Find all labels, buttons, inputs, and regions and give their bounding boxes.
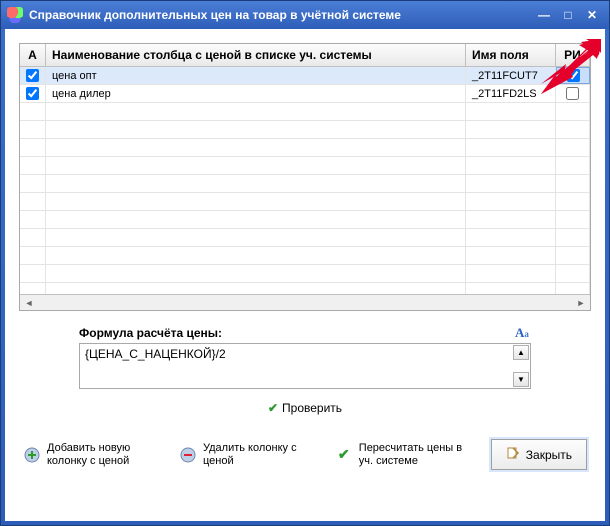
delete-icon [179, 446, 197, 464]
active-checkbox[interactable] [26, 69, 39, 82]
add-icon [23, 446, 41, 464]
formula-spin-down[interactable]: ▼ [513, 372, 529, 387]
col-header-name[interactable]: Наименование столбца с ценой в списке уч… [46, 44, 466, 66]
cell-ri[interactable] [556, 67, 590, 84]
cell-name[interactable]: цена опт [46, 67, 466, 84]
empty-row [20, 193, 590, 211]
close-button[interactable]: Закрыть [491, 439, 587, 470]
recalc-button[interactable]: ✔ Пересчитать цены в уч. системе [335, 442, 475, 468]
empty-row [20, 283, 590, 294]
empty-row [20, 175, 590, 193]
cell-active[interactable] [20, 85, 46, 102]
maximize-button[interactable]: □ [557, 6, 579, 24]
recalc-icon: ✔ [335, 446, 353, 464]
cell-ri[interactable] [556, 85, 590, 102]
col-header-field[interactable]: Имя поля [466, 44, 556, 66]
cell-name[interactable]: цена дилер [46, 85, 466, 102]
col-header-active[interactable]: А [20, 44, 46, 66]
grid-header: А Наименование столбца с ценой в списке … [20, 44, 590, 67]
formula-input[interactable]: {ЦЕНА_С_НАЦЕНКОЙ}/2 ▲ ▼ [79, 343, 531, 389]
formula-text: {ЦЕНА_С_НАЦЕНКОЙ}/2 [85, 347, 226, 361]
table-row[interactable]: цена дилер_2T11FD2LS [20, 85, 590, 103]
font-settings-icon[interactable]: Aa [515, 325, 531, 341]
grid-horizontal-scrollbar[interactable]: ◄ ► [20, 294, 590, 310]
delete-column-button[interactable]: Удалить колонку с ценой [179, 442, 319, 468]
empty-row [20, 247, 590, 265]
app-icon [7, 7, 23, 23]
col-header-ri[interactable]: РИ [556, 44, 590, 66]
active-checkbox[interactable] [26, 87, 39, 100]
empty-row [20, 229, 590, 247]
formula-label: Формула расчёта цены: [79, 326, 515, 340]
window: Справочник дополнительных цен на товар в… [0, 0, 610, 526]
table-row[interactable]: цена опт_2T11FCUT7 [20, 67, 590, 85]
window-title: Справочник дополнительных цен на товар в… [29, 8, 533, 22]
cell-field[interactable]: _2T11FCUT7 [466, 67, 556, 84]
empty-row [20, 211, 590, 229]
close-window-button[interactable]: ✕ [581, 6, 603, 24]
empty-row [20, 103, 590, 121]
cell-field[interactable]: _2T11FD2LS [466, 85, 556, 102]
action-bar: Добавить новую колонку с ценой Удалить к… [19, 439, 591, 470]
minimize-button[interactable]: — [533, 6, 555, 24]
empty-row [20, 121, 590, 139]
ri-checkbox[interactable] [567, 69, 580, 82]
check-icon: ✔ [268, 401, 278, 415]
client-area: А Наименование столбца с ценой в списке … [5, 29, 605, 521]
empty-row [20, 157, 590, 175]
scroll-left-icon[interactable]: ◄ [22, 298, 36, 308]
empty-row [20, 139, 590, 157]
price-grid: А Наименование столбца с ценой в списке … [19, 43, 591, 311]
cell-active[interactable] [20, 67, 46, 84]
scroll-right-icon[interactable]: ► [574, 298, 588, 308]
close-icon [506, 446, 520, 463]
add-column-button[interactable]: Добавить новую колонку с ценой [23, 442, 163, 468]
titlebar: Справочник дополнительных цен на товар в… [1, 1, 609, 29]
verify-link[interactable]: Проверить [282, 401, 342, 415]
formula-section: Формула расчёта цены: Aa {ЦЕНА_С_НАЦЕНКО… [19, 325, 591, 389]
verify-row: ✔ Проверить [19, 401, 591, 415]
formula-spin-up[interactable]: ▲ [513, 345, 529, 360]
empty-row [20, 265, 590, 283]
ri-checkbox[interactable] [566, 87, 579, 100]
grid-body[interactable]: цена опт_2T11FCUT7цена дилер_2T11FD2LS [20, 67, 590, 294]
